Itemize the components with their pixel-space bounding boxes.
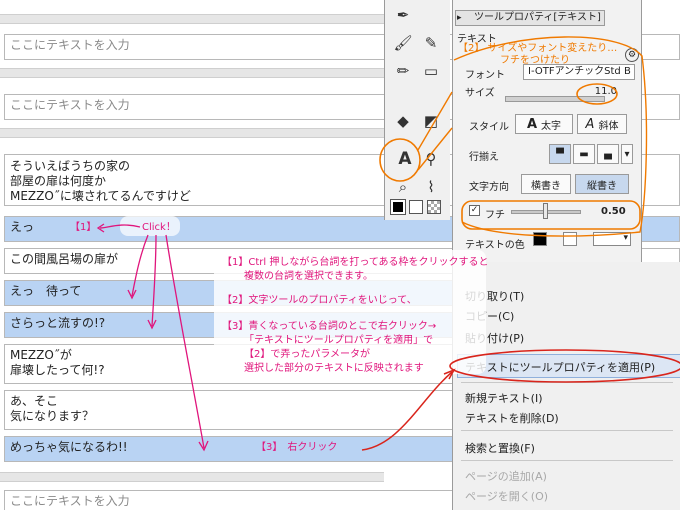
right-click-arrow	[361, 371, 453, 451]
click-arrow	[131, 234, 149, 297]
orange-connector	[417, 91, 453, 151]
click-arrow	[99, 224, 141, 229]
click-arrow	[165, 234, 205, 449]
text-tool-highlight	[379, 138, 421, 182]
annotation-strokes	[96, 36, 680, 452]
click-arrow	[151, 234, 157, 327]
size-highlight	[576, 83, 618, 105]
orange-connector	[417, 127, 453, 171]
menu-item-circle	[449, 349, 680, 383]
panel-highlight	[453, 36, 648, 237]
edge-highlight	[461, 200, 641, 230]
